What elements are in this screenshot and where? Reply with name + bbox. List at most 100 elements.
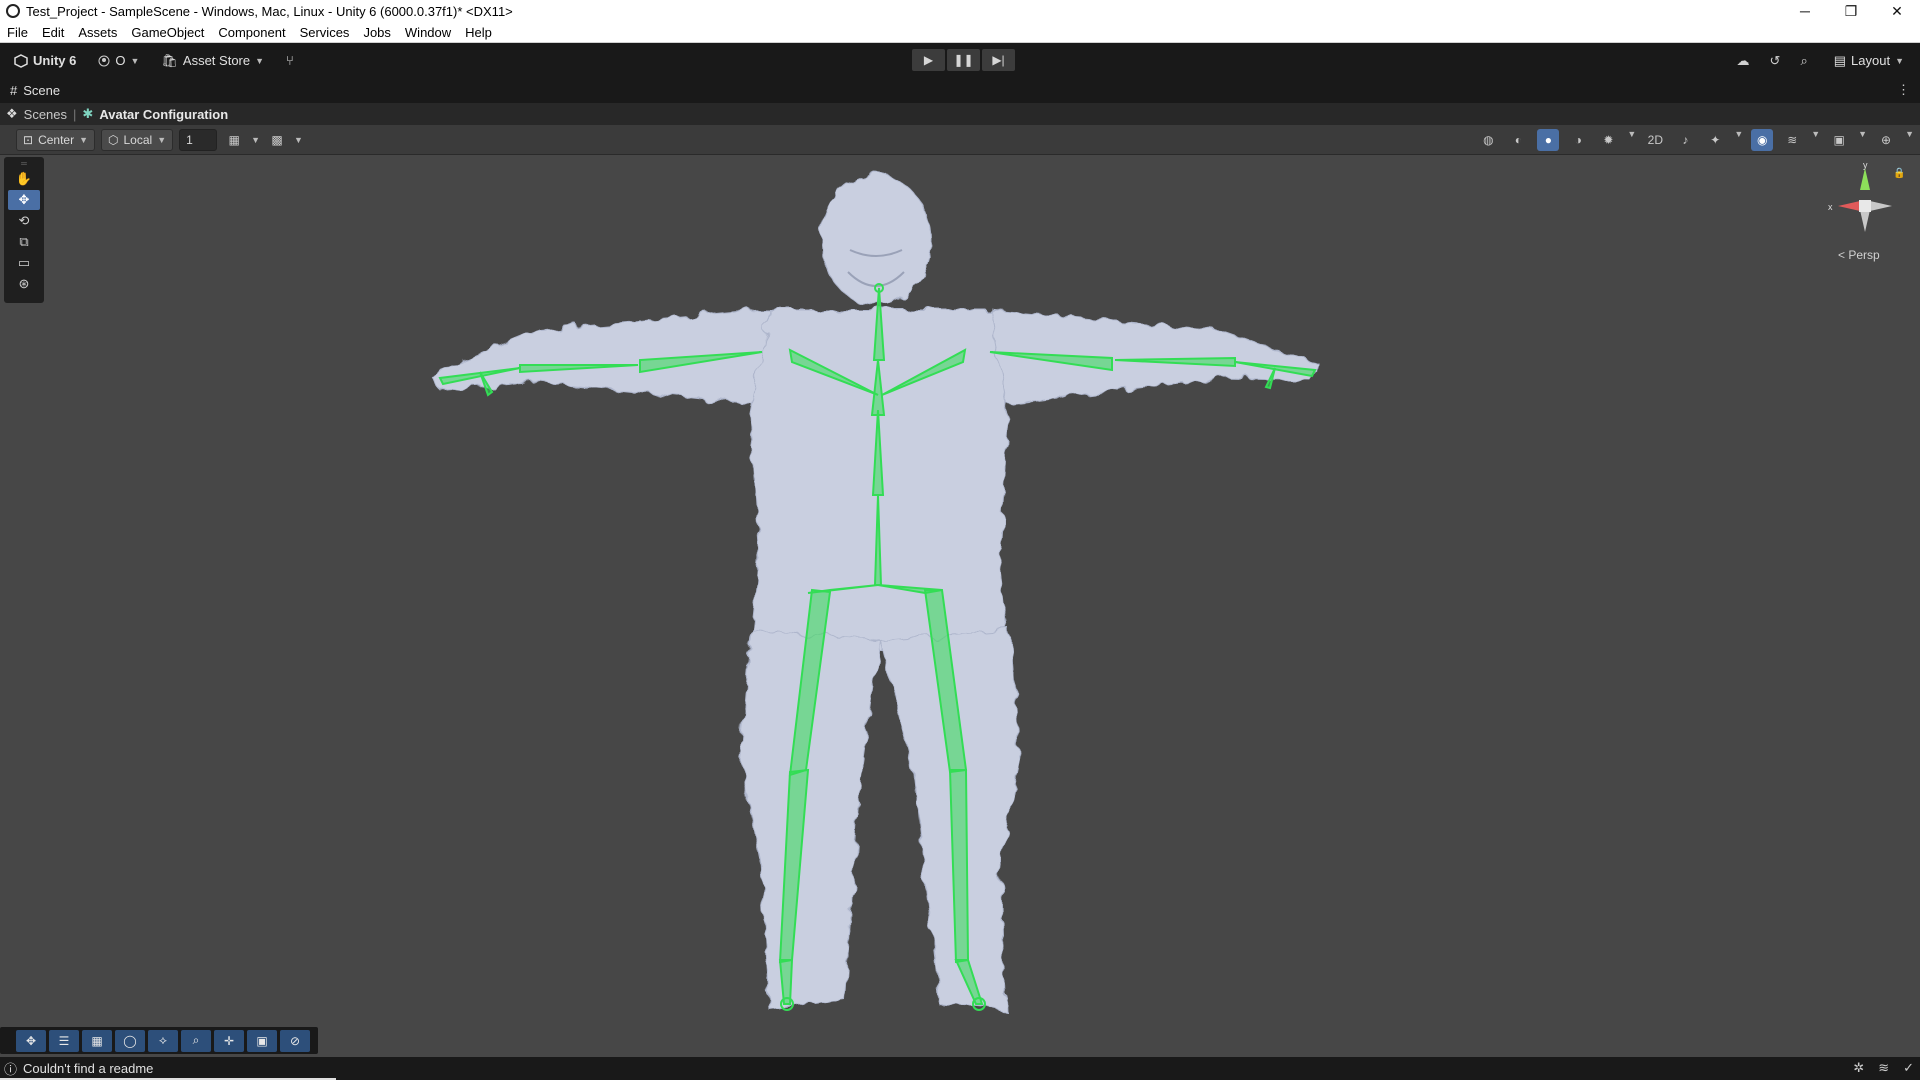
breadcrumb-scenes[interactable]: Scenes: [24, 107, 67, 122]
grid-icon[interactable]: ▦: [82, 1029, 112, 1052]
snap-icon[interactable]: ⟡: [148, 1029, 178, 1052]
audio-icon[interactable]: ♪: [1674, 129, 1696, 151]
chevron-down-icon[interactable]: ▼: [294, 135, 303, 145]
breadcrumb-avatar-configuration[interactable]: Avatar Configuration: [99, 107, 228, 122]
chevron-down-icon: ▼: [130, 55, 140, 66]
zoom-icon[interactable]: ⌕: [181, 1029, 211, 1052]
scene-tab-bar: # Scene ⋮: [0, 78, 1920, 103]
orbit-icon[interactable]: ◯: [115, 1029, 145, 1052]
chevron-down-icon[interactable]: ▼: [251, 135, 260, 145]
pivot-rotation-dropdown[interactable]: ⬡ Local ▼: [101, 128, 174, 151]
status-message[interactable]: Couldn't find a readme: [23, 1061, 153, 1076]
transform-tool-icon[interactable]: ⊛: [8, 274, 40, 294]
chevron-down-icon: ▼: [255, 55, 265, 66]
close-button[interactable]: ✕: [1874, 0, 1920, 22]
layers-icon[interactable]: ≋: [1781, 129, 1803, 151]
layout-icon: ▤: [1833, 52, 1847, 68]
cloud-icon[interactable]: ☁: [1737, 53, 1750, 69]
asset-store-label: Asset Store: [182, 53, 251, 68]
chevron-down-icon[interactable]: ▼: [1905, 129, 1914, 151]
pivot-icon: ⊡: [23, 132, 34, 147]
pan-icon[interactable]: ✛: [214, 1029, 244, 1052]
unlit-icon[interactable]: ◑: [1567, 129, 1589, 151]
chevron-down-icon[interactable]: ▼: [1811, 129, 1820, 151]
minimize-button[interactable]: ─: [1782, 0, 1828, 22]
chevron-down-icon[interactable]: ▼: [1858, 129, 1867, 151]
projection-label: Persp: [1848, 248, 1880, 262]
move-tool-icon[interactable]: ✥: [8, 190, 40, 210]
menu-edit[interactable]: Edit: [35, 25, 71, 40]
menu-jobs[interactable]: Jobs: [356, 25, 397, 40]
gizmo-y-label: y: [1863, 160, 1868, 170]
grid-icon: #: [10, 83, 18, 98]
menu-file[interactable]: File: [0, 25, 35, 40]
branch-icon: ⑂: [286, 53, 294, 68]
gizmo-neg-x-axis: [1870, 201, 1892, 211]
layout-dropdown[interactable]: ▤ Layout ▼: [1828, 50, 1910, 72]
avatar-icon: ✱: [82, 106, 94, 121]
grid-snap-toggle[interactable]: ▦: [223, 129, 245, 151]
more-options-icon[interactable]: ⋮: [1897, 82, 1910, 98]
unity-account-button[interactable]: Unity 6: [8, 50, 82, 71]
checkmark-icon[interactable]: ✓: [1903, 1060, 1914, 1076]
wireframe-icon[interactable]: ◍: [1477, 129, 1499, 151]
projection-toggle[interactable]: < Persp: [1838, 248, 1880, 262]
menu-gameobject[interactable]: GameObject: [124, 25, 211, 40]
pivot-mode-label: Center: [38, 132, 75, 147]
gizmo-x-axis: [1838, 201, 1860, 211]
gizmo-neg-y-axis: [1860, 210, 1870, 232]
sliders-icon[interactable]: ☰: [49, 1029, 79, 1052]
grid-size-field[interactable]: 1: [179, 128, 218, 151]
compass-icon[interactable]: ⊘: [280, 1029, 310, 1052]
chevron-down-icon[interactable]: ▼: [1627, 129, 1636, 151]
rotate-tool-icon[interactable]: ⟲: [8, 211, 40, 231]
info-icon: ⓘ: [4, 1062, 18, 1077]
pivot-mode-dropdown[interactable]: ⊡ Center ▼: [16, 128, 96, 151]
hand-tool-icon[interactable]: ✋: [8, 169, 40, 189]
play-button[interactable]: ▶: [912, 49, 945, 71]
layers-icon[interactable]: ≋: [1878, 1060, 1889, 1076]
chevron-down-icon: ▼: [1895, 55, 1904, 66]
menu-bar: File Edit Assets GameObject Component Se…: [0, 22, 1920, 43]
palette-grip[interactable]: ═: [8, 160, 40, 169]
history-icon[interactable]: ↺: [1770, 53, 1781, 69]
debug-icon[interactable]: ✲: [1853, 1060, 1864, 1076]
pause-button[interactable]: ❚❚: [947, 49, 980, 71]
breadcrumb: ❖ Scenes | ✱ Avatar Configuration: [0, 103, 1920, 125]
version-control-button[interactable]: ⑂: [280, 50, 300, 71]
scene-viewport[interactable]: [0, 155, 1920, 1055]
yeti-mesh: [429, 174, 1321, 1011]
camera-view-icon[interactable]: ▣: [247, 1029, 277, 1052]
lock-icon[interactable]: 🔒: [1893, 168, 1905, 179]
tab-scene[interactable]: # Scene: [0, 83, 60, 98]
lighting-icon[interactable]: ✹: [1597, 129, 1619, 151]
shaded-icon[interactable]: ●: [1537, 129, 1560, 151]
restore-button[interactable]: ❐: [1828, 0, 1874, 22]
shaded-wireframe-icon[interactable]: ◐: [1507, 129, 1529, 151]
gizmos-icon[interactable]: ⊕: [1875, 129, 1897, 151]
camera-icon[interactable]: ▣: [1828, 129, 1850, 151]
mode-2d-icon[interactable]: 2D: [1644, 129, 1666, 151]
scale-tool-icon[interactable]: ⧉: [8, 232, 40, 252]
menu-window[interactable]: Window: [398, 25, 458, 40]
shopping-bag-icon: 🛍: [161, 52, 178, 68]
asset-store-dropdown[interactable]: 🛍 Asset Store ▼: [155, 50, 270, 72]
menu-help[interactable]: Help: [458, 25, 499, 40]
search-icon[interactable]: ⌕: [1800, 53, 1807, 69]
gizmo-x-label: x: [1828, 202, 1833, 212]
menu-component[interactable]: Component: [211, 25, 292, 40]
scene-visibility-icon[interactable]: ◉: [1751, 129, 1774, 151]
pivot-rotation-label: Local: [123, 132, 153, 147]
chevron-down-icon[interactable]: ▼: [1734, 129, 1743, 151]
grid-visibility-toggle[interactable]: ▩: [266, 129, 288, 151]
menu-assets[interactable]: Assets: [71, 25, 124, 40]
step-button[interactable]: ▶|: [982, 49, 1015, 71]
menu-services[interactable]: Services: [293, 25, 357, 40]
rect-tool-icon[interactable]: ▭: [8, 253, 40, 273]
account-dropdown[interactable]: O ▼: [92, 50, 145, 71]
perspective-icon: <: [1838, 248, 1846, 262]
move-icon[interactable]: ✥: [16, 1029, 46, 1052]
unity-logo-icon: [6, 4, 20, 18]
chevron-down-icon: ▼: [157, 134, 167, 145]
effects-icon[interactable]: ✦: [1704, 129, 1726, 151]
